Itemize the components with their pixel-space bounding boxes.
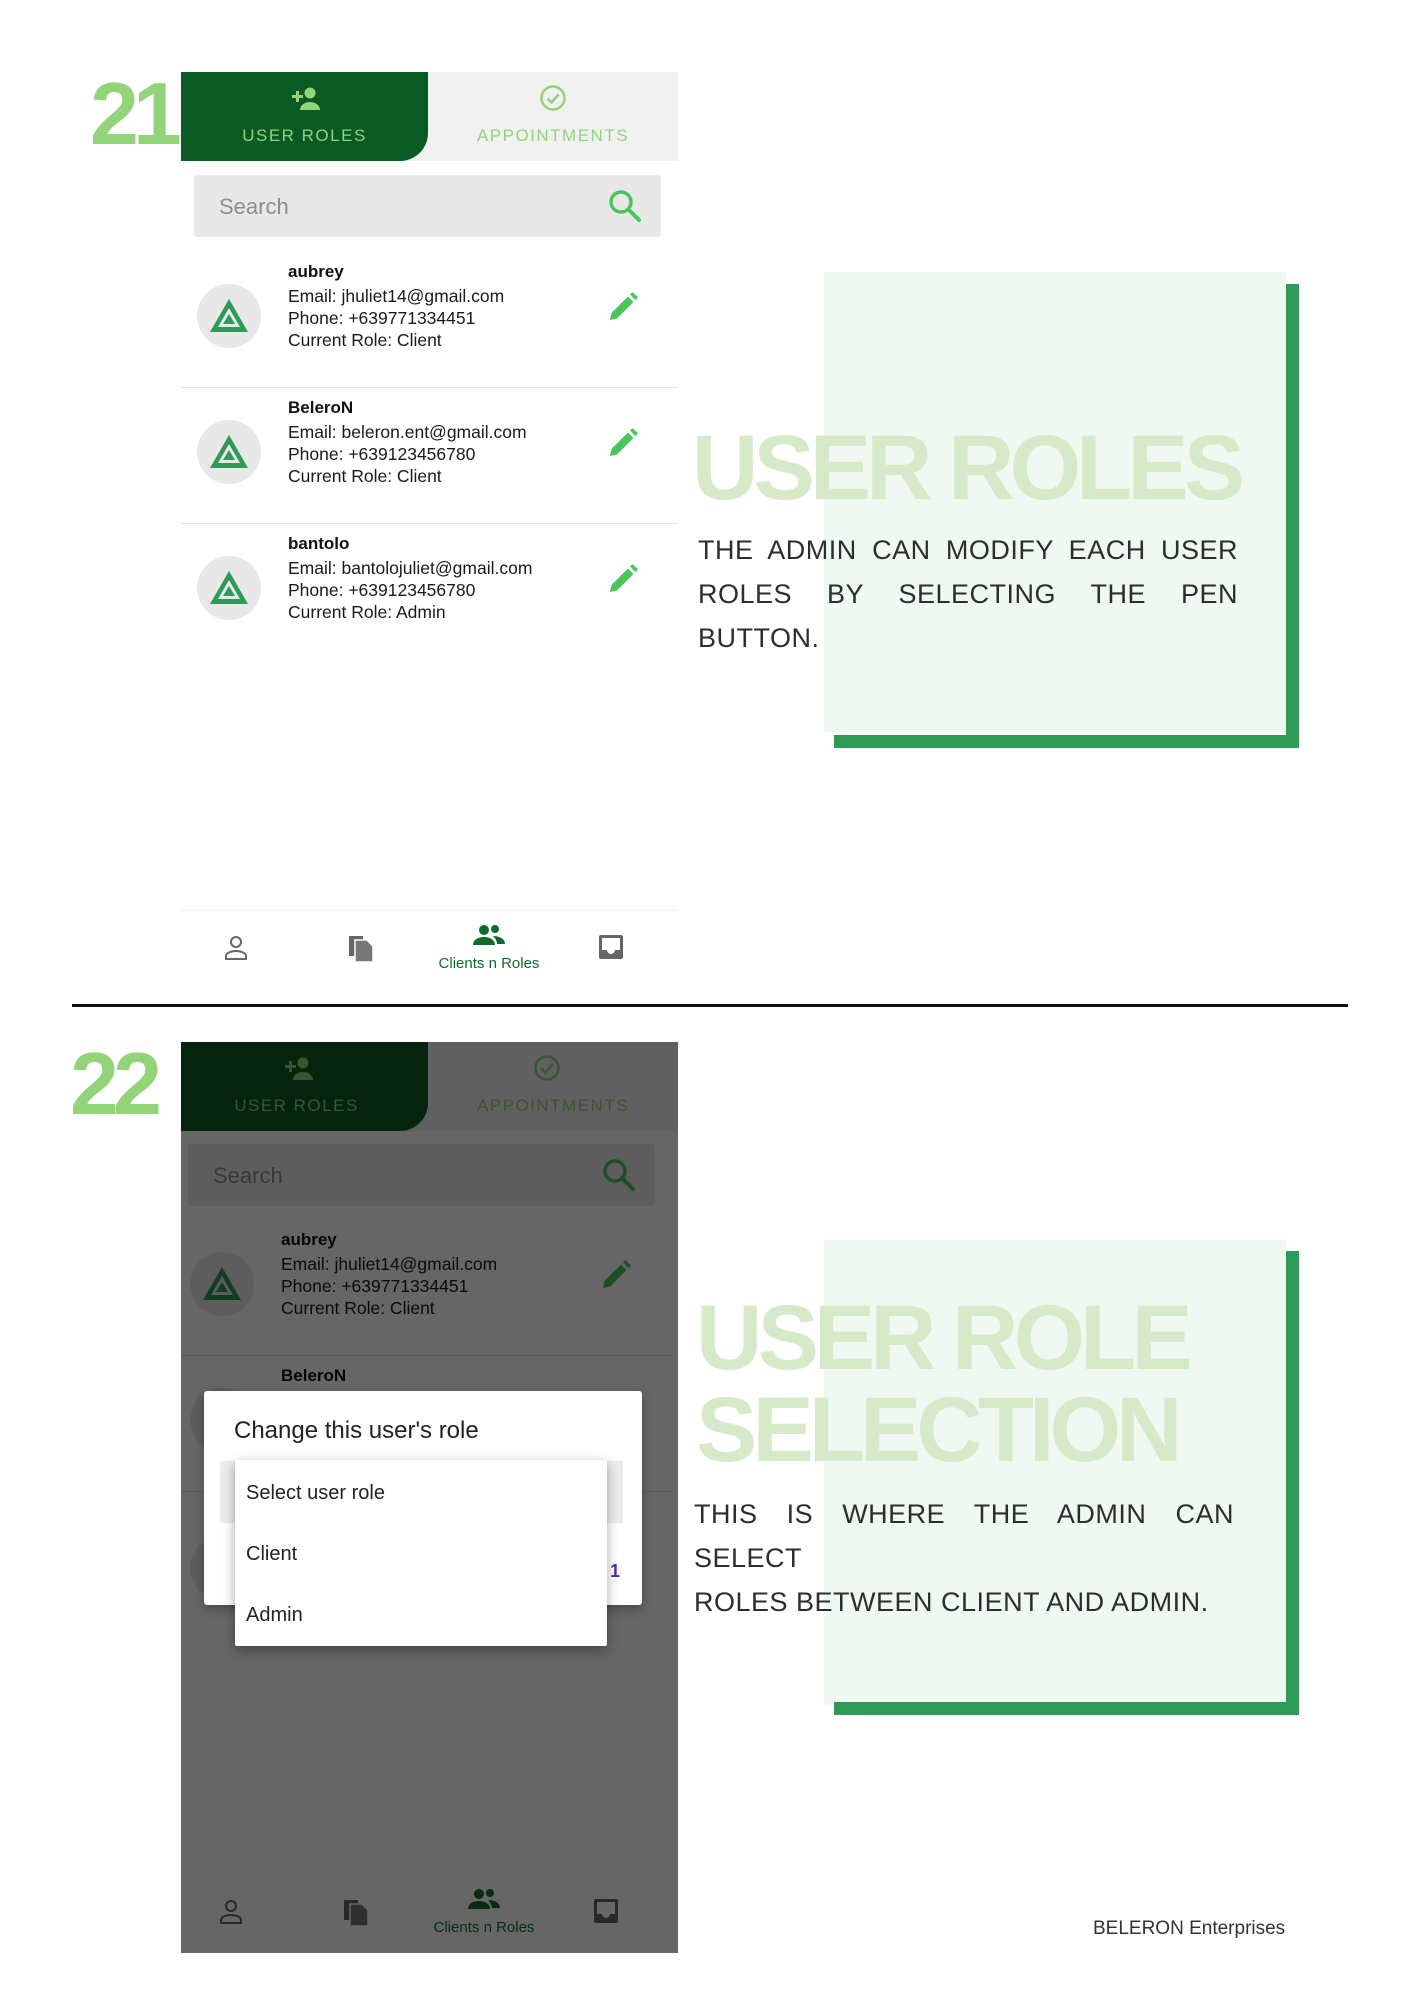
tab-appointments[interactable]: APPOINTMENTS [428, 126, 678, 146]
panel-accent-horizontal [834, 735, 1299, 748]
user-role: Current Role: Client [288, 466, 442, 486]
bottom-nav: Clients n Roles [181, 910, 678, 990]
title-line: SELECTION [696, 1379, 1182, 1481]
search-bar[interactable]: Search [194, 175, 661, 237]
dropdown-option-client[interactable]: Client [246, 1543, 297, 1566]
section-description: THIS IS WHERE THE ADMIN CAN SELECT ROLES… [694, 1492, 1234, 1624]
list-item: aubrey Email: jhuliet14@gmail.com Phone:… [181, 252, 678, 388]
user-name: bantolo [288, 534, 350, 553]
list-item: bantolo Email: bantolojuliet@gmail.com P… [181, 524, 678, 660]
user-role: Current Role: Admin [288, 602, 446, 622]
nav-clients-roles-label: Clients n Roles [438, 955, 540, 972]
description-line: THE ADMIN CAN MODIFY EACH USER [698, 535, 1238, 565]
edit-pencil-icon[interactable] [606, 290, 640, 324]
user-name: BeleroN [288, 398, 354, 417]
panel-accent-vertical [1286, 284, 1299, 748]
group-icon [473, 925, 505, 945]
user-email: Email: bantolojuliet@gmail.com [288, 558, 533, 578]
user-email: Email: jhuliet14@gmail.com [288, 286, 505, 306]
footer-company: BELERON Enterprises [1093, 1918, 1286, 1939]
user-phone: Phone: +639123456780 [288, 580, 476, 600]
section-title-user-roles: USER ROLES [692, 417, 1245, 519]
user-phone: Phone: +639771334451 [288, 308, 476, 328]
dialog-title: Change this user's role [234, 1417, 479, 1444]
check-circle-icon [540, 85, 566, 111]
dialog-peek-text: 1 [610, 1561, 621, 1581]
phone-screen-user-roles: USER ROLES APPOINTMENTS Search aubrey Em… [181, 72, 678, 990]
role-dropdown-menu: Select user role Client Admin [235, 1460, 607, 1646]
step-number-21: 21 [90, 64, 182, 163]
nav-documents[interactable] [301, 911, 421, 990]
description-line: ROLES BY SELECTING THE PEN BUTTON. [698, 579, 1238, 653]
edit-pencil-icon[interactable] [606, 562, 640, 596]
panel-accent-horizontal [834, 1702, 1299, 1715]
logo-icon [210, 435, 248, 468]
avatar [197, 284, 261, 348]
title-line: USER ROLE [696, 1287, 1193, 1389]
phone-screen-role-selection: USER ROLES APPOINTMENTS Search aubrey Em… [181, 1042, 678, 1953]
edit-pencil-icon[interactable] [606, 426, 640, 460]
dropdown-option-placeholder[interactable]: Select user role [246, 1482, 385, 1505]
tab-user-roles[interactable]: USER ROLES [181, 72, 428, 161]
user-phone: Phone: +639123456780 [288, 444, 476, 464]
section-description: THE ADMIN CAN MODIFY EACH USER ROLES BY … [698, 528, 1238, 660]
nav-profile[interactable] [181, 911, 296, 990]
person-icon [225, 936, 247, 960]
search-icon[interactable] [607, 188, 643, 224]
step-number-22: 22 [70, 1034, 162, 1133]
files-icon [349, 936, 374, 962]
search-input[interactable]: Search [219, 194, 289, 220]
user-name: aubrey [288, 262, 344, 281]
avatar [197, 420, 261, 484]
description-line: THIS IS WHERE THE ADMIN CAN SELECT [694, 1499, 1234, 1573]
user-email: Email: beleron.ent@gmail.com [288, 422, 527, 442]
add-person-icon [292, 87, 320, 110]
user-role: Current Role: Client [288, 330, 442, 350]
panel-accent-vertical [1286, 1251, 1299, 1715]
avatar [197, 556, 261, 620]
inbox-icon [599, 935, 623, 959]
tab-user-roles-label: USER ROLES [242, 126, 367, 145]
description-line: ROLES BETWEEN CLIENT AND ADMIN. [694, 1587, 1209, 1617]
logo-icon [210, 299, 248, 332]
logo-icon [210, 571, 248, 604]
tab-bar: USER ROLES APPOINTMENTS [181, 72, 678, 161]
section-title-role-selection: USER ROLE SELECTION [696, 1287, 1193, 1481]
nav-clients-roles[interactable]: Clients n Roles [429, 911, 549, 990]
dropdown-option-admin[interactable]: Admin [246, 1604, 303, 1627]
nav-inbox[interactable] [551, 911, 671, 990]
list-item: BeleroN Email: beleron.ent@gmail.com Pho… [181, 388, 678, 524]
section-divider [72, 1004, 1348, 1007]
